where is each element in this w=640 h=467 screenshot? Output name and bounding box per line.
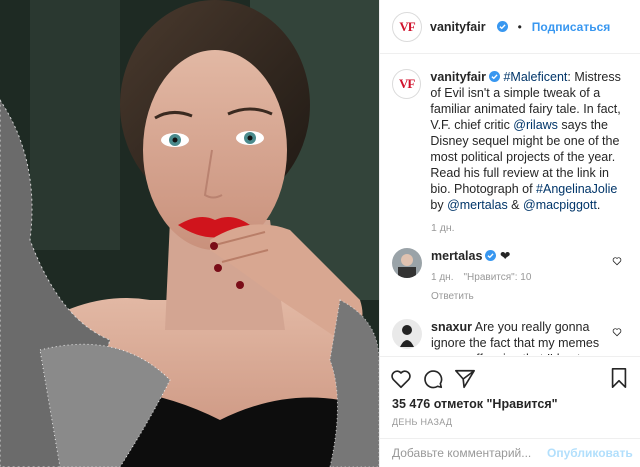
commenter-avatar[interactable] (392, 319, 422, 349)
post-photo[interactable] (0, 0, 379, 467)
share-icon[interactable] (454, 368, 476, 390)
post-actions: 35 476 отметок "Нравится" ДЕНЬ НАЗАД (380, 356, 640, 438)
caption-text: vanityfair #Maleficent: Mistress of Evil… (430, 69, 628, 213)
post-date: ДЕНЬ НАЗАД (392, 417, 453, 427)
publish-button[interactable]: Опубликовать (547, 446, 633, 460)
heart-icon[interactable] (390, 368, 412, 390)
verified-badge-icon (488, 71, 500, 82)
comment-item: snaxur Are you really gonna ignore the f… (392, 319, 628, 355)
caption-text-part: by (430, 198, 448, 212)
post-header: VF vanityfair • Подписаться (380, 0, 640, 54)
caption-text-part: . (596, 198, 601, 212)
comment-likes[interactable]: "Нравится": 10 (463, 270, 531, 286)
commenter-avatar[interactable] (392, 248, 422, 278)
hashtag-maleficent[interactable]: #Maleficent (503, 70, 567, 84)
comments-list[interactable]: VF vanityfair #Maleficent: Mistress of E… (380, 55, 640, 355)
vanityfair-avatar[interactable]: VF (392, 11, 422, 42)
caption-avatar[interactable]: VF (392, 69, 422, 99)
bookmark-icon[interactable] (610, 367, 628, 389)
comment-author[interactable]: snaxur (431, 320, 472, 334)
hashtag-angelinajolie[interactable]: #AngelinaJolie (536, 182, 617, 196)
portrait-image (0, 0, 379, 467)
comment-input[interactable] (392, 446, 547, 460)
mention-macpiggott[interactable]: @macpiggott (523, 198, 597, 212)
caption: VF vanityfair #Maleficent: Mistress of E… (392, 69, 628, 213)
comment-body: snaxur Are you really gonna ignore the f… (431, 319, 619, 355)
comment-time: 1 дн. (431, 272, 454, 283)
caption-time: 1 дн. (431, 222, 455, 234)
comment-icon[interactable] (422, 368, 444, 390)
mention-rilaws[interactable]: @rilaws (513, 118, 558, 132)
author-username[interactable]: vanityfair (430, 20, 486, 34)
mention-mertalas[interactable]: @mertalas (447, 198, 508, 212)
verified-badge-icon (485, 250, 497, 261)
comment-author[interactable]: mertalas (431, 249, 482, 263)
caption-author[interactable]: vanityfair (430, 70, 486, 84)
reply-button[interactable]: Ответить (431, 289, 474, 305)
comment-like-icon[interactable] (612, 327, 622, 337)
comment-like-icon[interactable] (612, 256, 622, 266)
caption-text-part: & (507, 198, 523, 212)
likes-count[interactable]: 35 476 отметок "Нравится" (392, 397, 630, 411)
comment-text: ❤ (499, 249, 511, 263)
post-side-panel: VF vanityfair • Подписаться VF vanityfai… (379, 0, 640, 467)
comment-body: mertalas ❤ 1 дн. "Нравится": 10 Ответить (431, 248, 619, 305)
comment-item: mertalas ❤ 1 дн. "Нравится": 10 Ответить (392, 248, 628, 305)
add-comment-bar: Опубликовать (380, 438, 640, 467)
verified-badge-icon (496, 21, 508, 32)
header-dot: • (517, 19, 522, 34)
follow-button[interactable]: Подписаться (532, 20, 610, 34)
